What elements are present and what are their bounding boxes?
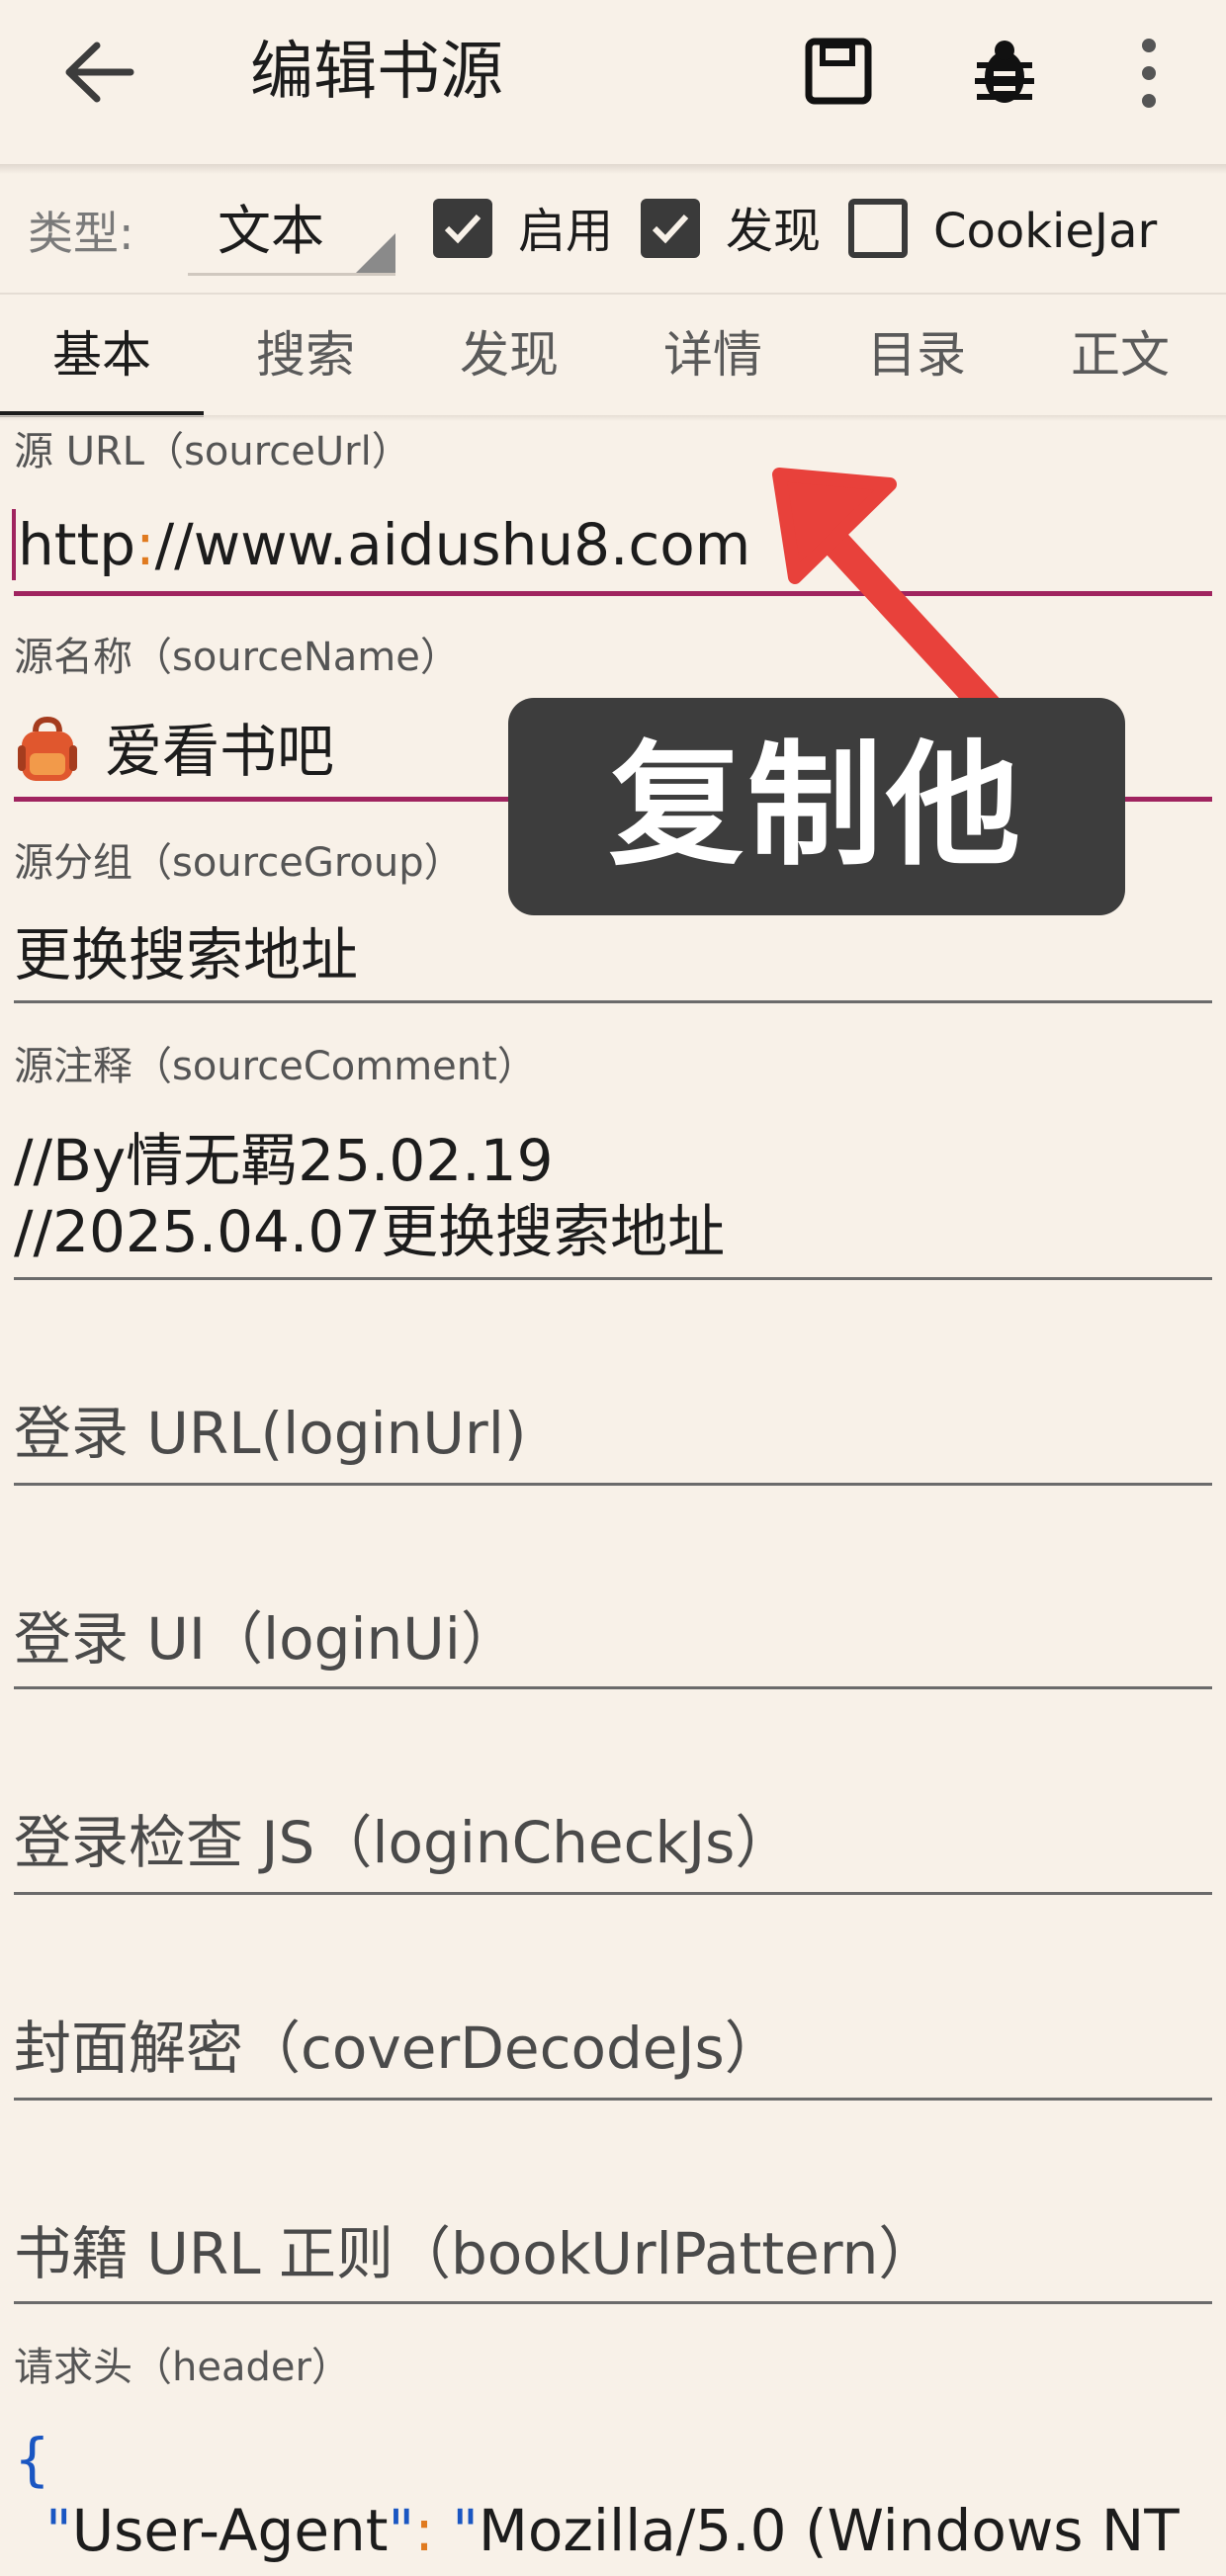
json-key: User-Agent xyxy=(71,2497,389,2564)
cookiejar-checkbox-label[interactable]: CookieJar xyxy=(933,200,1157,263)
more-menu-button[interactable] xyxy=(1127,34,1171,113)
json-open-brace: { xyxy=(14,2426,50,2493)
dropdown-caret-icon xyxy=(356,233,395,273)
debug-button[interactable] xyxy=(967,34,1042,109)
enabled-checkbox-label[interactable]: 启用 xyxy=(518,200,613,263)
tab-bar-shadow xyxy=(0,415,1226,421)
login-ui-input[interactable]: 登录 UI（loginUi） xyxy=(14,1603,518,1674)
save-button[interactable] xyxy=(803,36,874,107)
book-url-pattern-input[interactable]: 书籍 URL 正则（bookUrlPattern） xyxy=(14,2218,935,2289)
source-name-input[interactable]: 爱看书吧 xyxy=(105,716,334,787)
source-name-label: 源名称（sourceName） xyxy=(14,635,460,680)
cover-decode-js-input[interactable]: 封面解密（coverDecodeJs） xyxy=(14,2013,782,2084)
cookiejar-checkbox[interactable] xyxy=(848,199,908,258)
type-label: 类型: xyxy=(28,207,134,260)
book-url-pattern-underline xyxy=(14,2301,1212,2304)
tab-toc[interactable]: 目录 xyxy=(815,295,1018,415)
tab-search[interactable]: 搜索 xyxy=(204,295,407,415)
login-url-input[interactable]: 登录 URL(loginUrl) xyxy=(14,1398,526,1469)
source-url-input[interactable]: http://www.aidushu8.com xyxy=(18,509,750,580)
source-url-colon: : xyxy=(135,511,155,578)
annotation-callout: 复制他 xyxy=(508,698,1125,915)
page-title: 编辑书源 xyxy=(250,36,503,109)
more-vertical-icon xyxy=(1142,39,1156,108)
tab-basic[interactable]: 基本 xyxy=(0,295,204,415)
source-comment-label: 源注释（sourceComment） xyxy=(14,1044,537,1089)
source-url-label: 源 URL（sourceUrl） xyxy=(14,429,411,474)
backpack-icon xyxy=(18,716,77,781)
source-group-input[interactable]: 更换搜索地址 xyxy=(14,919,358,990)
login-ui-underline xyxy=(14,1686,1212,1689)
login-url-underline xyxy=(14,1483,1212,1486)
tab-detail[interactable]: 详情 xyxy=(611,295,815,415)
type-selected-value: 文本 xyxy=(218,200,324,262)
login-check-js-input[interactable]: 登录检查 JS（loginCheckJs） xyxy=(14,1807,792,1878)
header-json-open[interactable]: { xyxy=(14,2424,50,2495)
header-json-line[interactable]: "User-Agent": "Mozilla/5.0 (Windows NT xyxy=(45,2495,1180,2566)
checkmark-icon xyxy=(652,214,689,244)
source-comment-line-1[interactable]: //By情无羁25.02.19 xyxy=(14,1125,553,1196)
cover-decode-js-underline xyxy=(14,2098,1212,2101)
source-group-underline xyxy=(14,1000,1212,1003)
back-button[interactable] xyxy=(59,38,138,107)
login-check-js-underline xyxy=(14,1892,1212,1895)
discover-checkbox[interactable] xyxy=(641,199,700,258)
source-url-rest: //www.aidushu8.com xyxy=(154,511,751,578)
app-bar: 编辑书源 xyxy=(0,0,1226,164)
checkmark-icon xyxy=(444,214,482,244)
type-dropdown[interactable]: 文本 xyxy=(188,196,395,276)
json-value: Mozilla/5.0 (Windows NT xyxy=(478,2497,1180,2564)
text-cursor xyxy=(12,509,16,580)
source-url-scheme: http xyxy=(18,511,136,578)
enabled-checkbox[interactable] xyxy=(433,199,492,258)
tab-bar: 基本 搜索 发现 详情 目录 正文 xyxy=(0,293,1226,421)
app-bar-shadow xyxy=(0,164,1226,174)
tab-discover[interactable]: 发现 xyxy=(407,295,611,415)
type-row: 类型: 文本 启用 发现 CookieJar xyxy=(0,174,1226,293)
annotation-text: 复制他 xyxy=(609,729,1024,885)
header-label: 请求头（header） xyxy=(14,2345,351,2390)
source-comment-line-2[interactable]: //2025.04.07更换搜索地址 xyxy=(14,1196,725,1267)
discover-checkbox-label[interactable]: 发现 xyxy=(726,200,821,263)
tab-content[interactable]: 正文 xyxy=(1018,295,1222,415)
source-group-label: 源分组（sourceGroup） xyxy=(14,840,464,886)
source-comment-underline xyxy=(14,1277,1212,1280)
bug-icon xyxy=(975,41,1034,103)
save-icon xyxy=(805,38,872,105)
arrow-left-icon xyxy=(65,42,134,103)
